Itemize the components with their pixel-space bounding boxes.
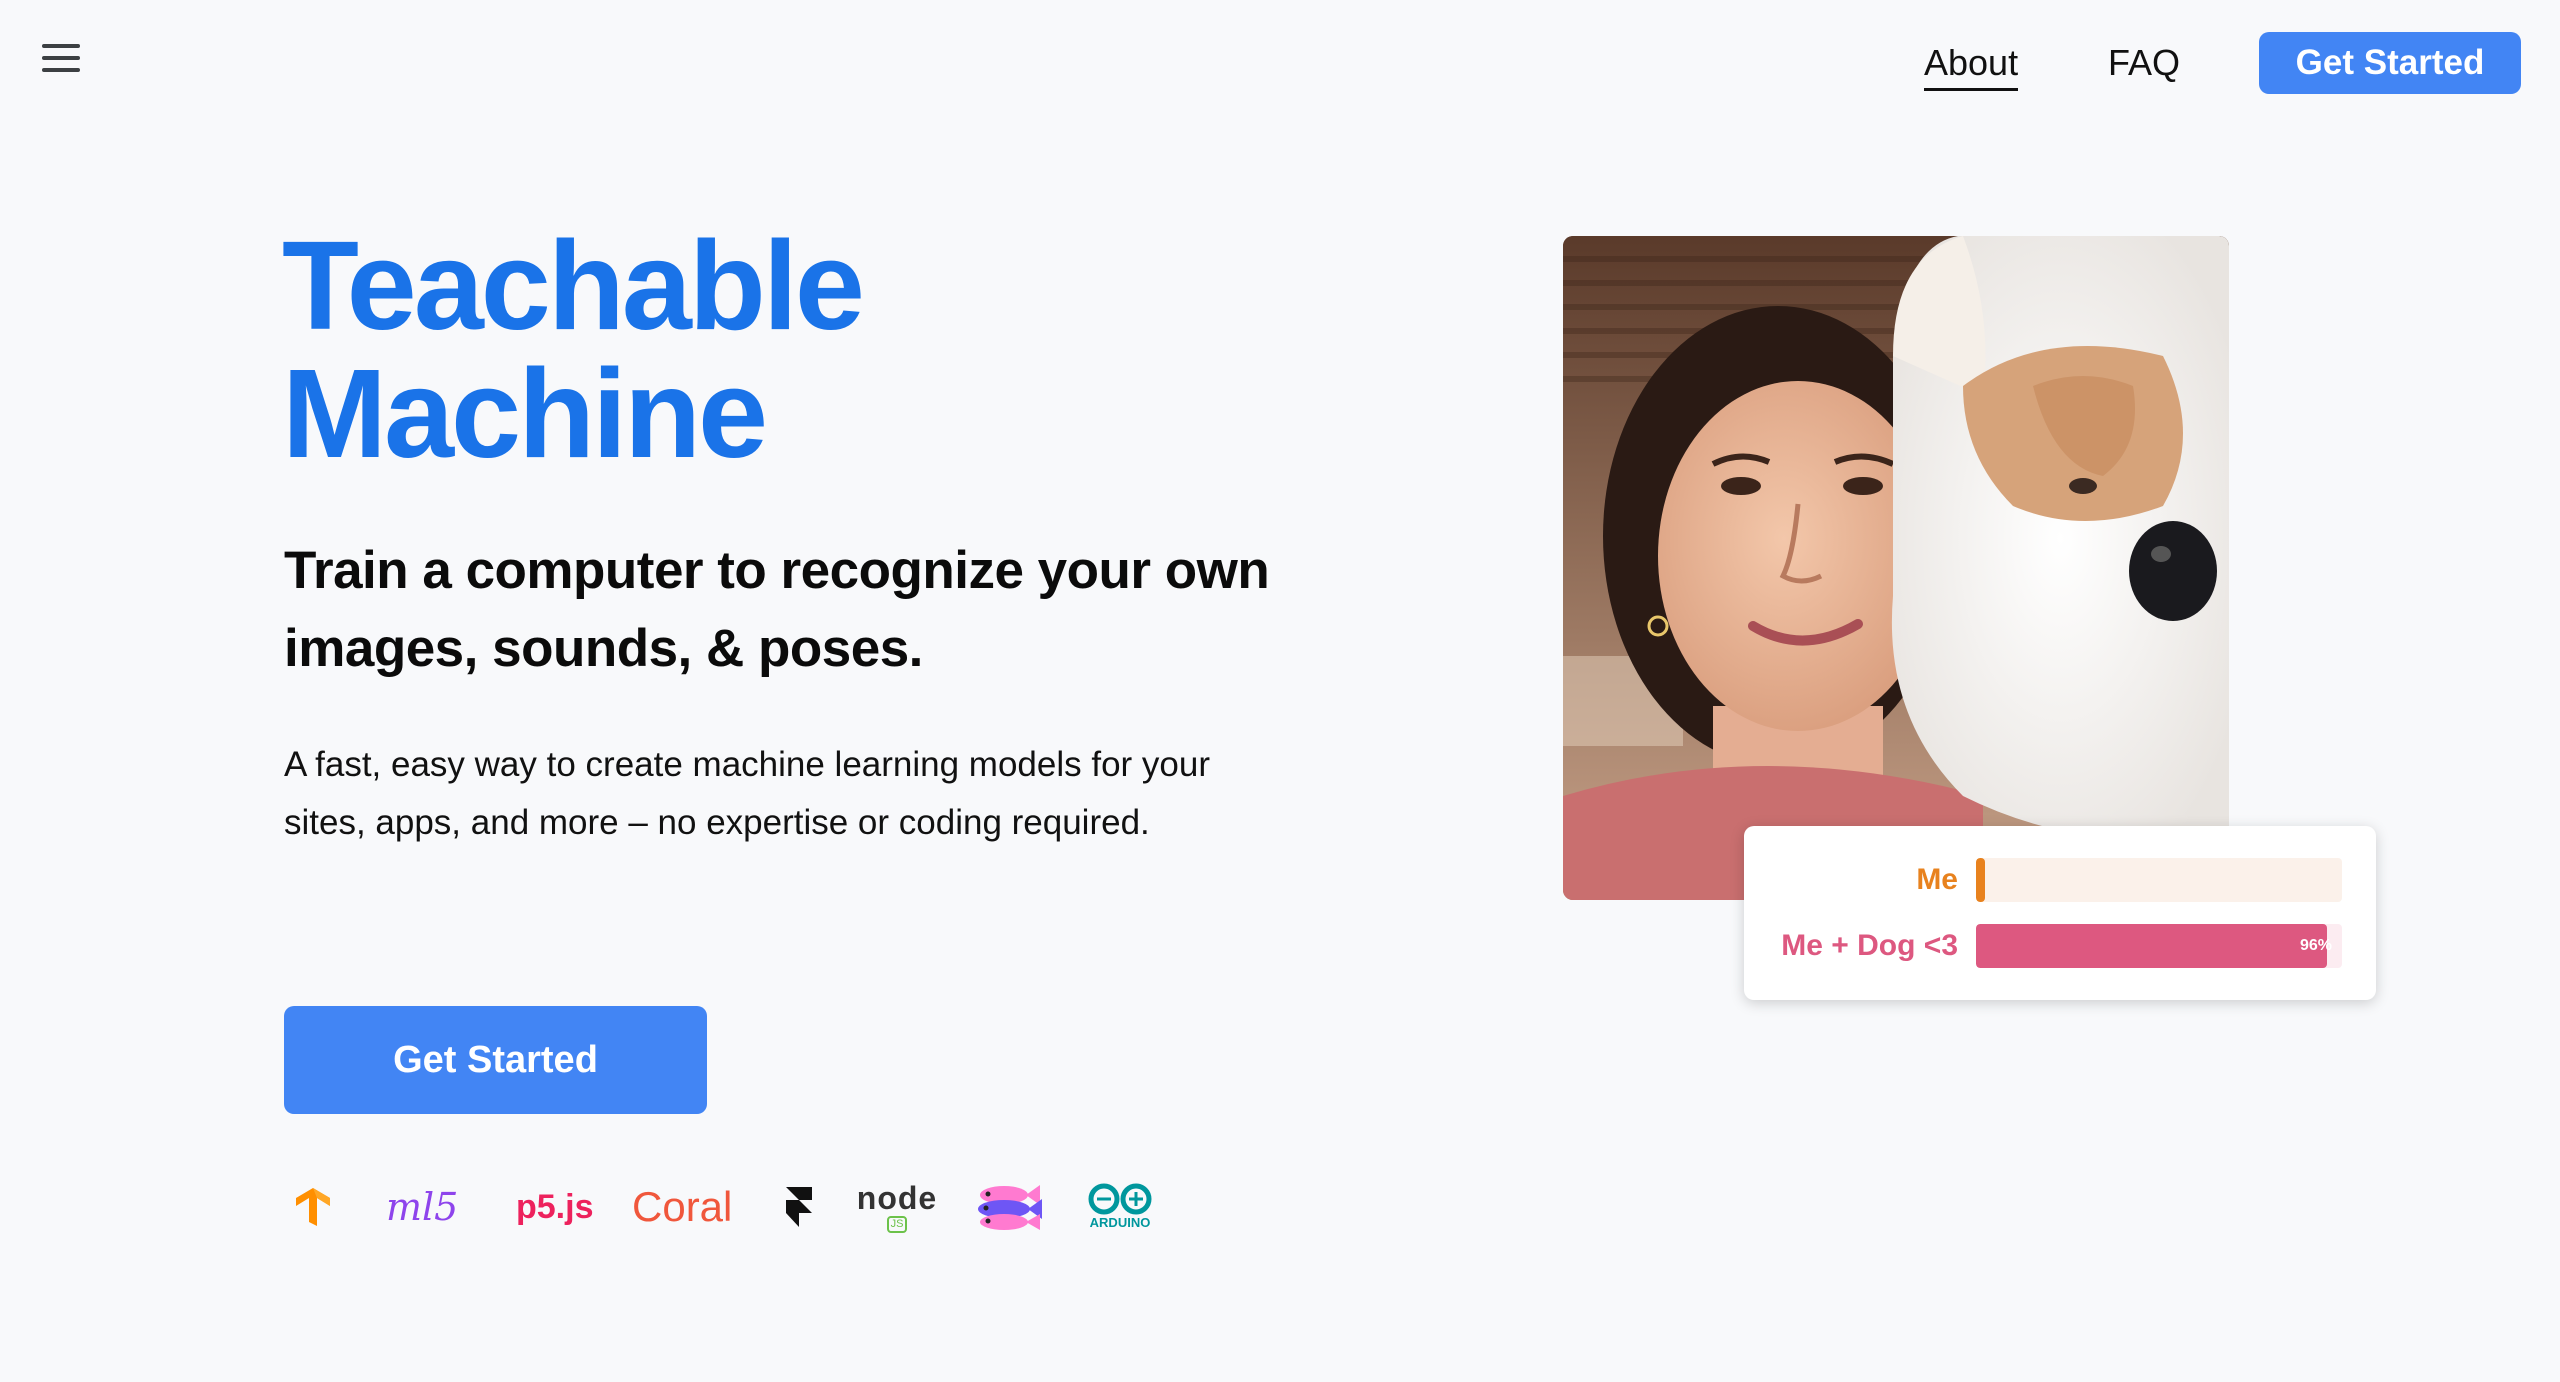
- glitch-fish-shape: [978, 1185, 1042, 1230]
- nav-about-link[interactable]: About: [1924, 38, 2019, 91]
- prediction-card: Me Me + Dog <3 96%: [1744, 826, 2376, 1000]
- arduino-infinity-shape: [1088, 1183, 1152, 1215]
- webcam-preview-image: [1563, 236, 2229, 900]
- tensorflow-shape: [296, 1188, 330, 1226]
- hero-subtitle: Train a computer to recognize your own i…: [284, 541, 1270, 678]
- prediction-label: Me + Dog <3: [1781, 929, 1958, 962]
- prediction-row-me: Me: [1744, 858, 2376, 902]
- prediction-bar-fill: [1976, 858, 1986, 902]
- hero-title: Teachable Machine: [282, 222, 1082, 478]
- ml5-logo-icon[interactable]: ml5: [386, 1172, 486, 1242]
- hero-title-line1: Teachable: [282, 215, 865, 356]
- glitch-fish-logo-icon[interactable]: [970, 1172, 1046, 1242]
- prediction-bar-track: 96%: [1976, 924, 2342, 968]
- framer-shape: [786, 1187, 812, 1227]
- hamburger-menu-icon[interactable]: [42, 44, 82, 78]
- p5js-logo-icon[interactable]: p5.js: [516, 1172, 606, 1242]
- nodejs-logo-icon[interactable]: node JS: [852, 1172, 942, 1242]
- menu-bar: [42, 68, 80, 72]
- person-with-plush-dog-illustration: [1563, 236, 2229, 900]
- arduino-logo-icon[interactable]: ARDUINO: [1080, 1172, 1160, 1242]
- nodejs-logo-text: node: [856, 1179, 938, 1216]
- ml5-logo-text: ml5: [386, 1185, 459, 1229]
- hero-get-started-button[interactable]: Get Started: [284, 1006, 707, 1114]
- tensorflow-logo-icon[interactable]: [294, 1172, 334, 1242]
- prediction-label: Me: [1916, 863, 1958, 896]
- hero-title-line2: Machine: [282, 343, 768, 484]
- prediction-bar-fill: [1976, 924, 2328, 968]
- nodejs-js-badge: JS: [886, 1215, 908, 1233]
- prediction-row-me-dog: Me + Dog <3 96%: [1744, 924, 2376, 968]
- coral-logo-icon[interactable]: Coral: [632, 1172, 752, 1242]
- menu-bar: [42, 56, 80, 60]
- prediction-percent: 96%: [2299, 937, 2332, 954]
- menu-bar: [42, 44, 80, 48]
- coral-logo-text: Coral: [632, 1183, 733, 1230]
- prediction-bar-track: [1976, 858, 2342, 902]
- hero-description: A fast, easy way to create machine learn…: [284, 745, 1211, 842]
- nav-faq-link[interactable]: FAQ: [2108, 38, 2180, 88]
- p5js-logo-text: p5.js: [516, 1187, 594, 1226]
- header-get-started-button[interactable]: Get Started: [2259, 32, 2521, 94]
- partner-logos: ml5 p5.js Coral node JS ARDUINO: [290, 1172, 1190, 1242]
- arduino-logo-text: ARDUINO: [1089, 1215, 1151, 1230]
- framer-logo-icon[interactable]: [784, 1172, 820, 1242]
